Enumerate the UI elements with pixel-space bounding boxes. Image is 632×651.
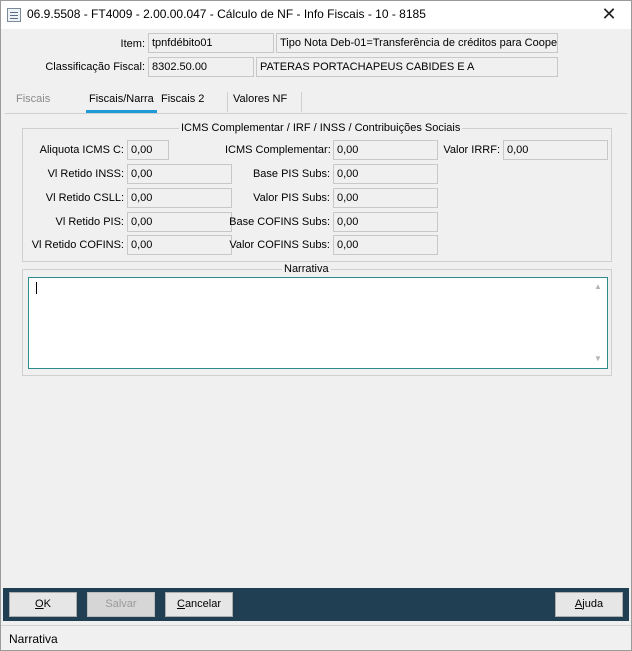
valor-irrf-field[interactable]: 0,00	[503, 140, 608, 160]
status-bar: Narrativa	[1, 625, 631, 650]
vl-retido-cofins-field[interactable]: 0,00	[127, 235, 232, 255]
narrativa-group-title: Narrativa	[282, 263, 331, 275]
salvar-button-label: Salvar	[105, 598, 137, 610]
cancelar-mnemonic: C	[176, 598, 185, 610]
base-cofins-subs-label: Base COFINS Subs:	[229, 216, 330, 228]
ok-mnemonic: O	[35, 598, 44, 610]
status-text: Narrativa	[9, 632, 58, 646]
scroll-down-icon[interactable]: ▼	[593, 355, 603, 363]
vl-retido-inss-field[interactable]: 0,00	[127, 164, 232, 184]
text-caret	[36, 282, 37, 294]
cancelar-button[interactable]: Cancelar	[165, 592, 233, 617]
cancelar-button-label: ancelar	[184, 598, 222, 610]
vl-retido-cofins-label: Vl Retido COFINS:	[31, 239, 124, 251]
narrativa-textarea[interactable]: ▲ ▼	[28, 277, 608, 369]
dialog-content: Item: tpnfdébito01 Tipo Nota Deb-01=Tran…	[3, 29, 629, 588]
item-field[interactable]: tpnfdébito01	[148, 33, 274, 53]
vl-retido-pis-field[interactable]: 0,00	[127, 212, 232, 232]
classificacao-description-field[interactable]: PATERAS PORTACHAPEUS CABIDES E A	[256, 57, 558, 77]
classificacao-field[interactable]: 8302.50.00	[148, 57, 254, 77]
button-bar: OK Salvar Cancelar Ajuda	[3, 588, 629, 621]
base-cofins-subs-field[interactable]: 0,00	[333, 212, 438, 232]
tab-separator	[227, 92, 228, 112]
ajuda-button-label: juda	[582, 598, 604, 610]
icms-complementar-label: ICMS Complementar:	[225, 144, 331, 156]
tab-separator	[301, 92, 302, 112]
icms-group-title: ICMS Complementar / IRF / INSS / Contrib…	[179, 122, 463, 134]
icms-complementar-field[interactable]: 0,00	[333, 140, 438, 160]
vl-retido-inss-label: Vl Retido INSS:	[47, 168, 124, 180]
vl-retido-csll-field[interactable]: 0,00	[127, 188, 232, 208]
item-label: Item:	[120, 38, 145, 50]
tab-strip-divider	[5, 113, 627, 114]
base-pis-subs-field[interactable]: 0,00	[333, 164, 438, 184]
ok-button-label: K	[43, 598, 51, 610]
tab-valores-nf[interactable]: Valores NF	[233, 93, 287, 109]
ok-button[interactable]: OK	[9, 592, 77, 617]
vl-retido-pis-label: Vl Retido PIS:	[55, 216, 124, 228]
aliquota-icms-c-field[interactable]: 0,00	[127, 140, 169, 160]
classificacao-label: Classificação Fiscal:	[45, 61, 145, 73]
tab-fiscais[interactable]: Fiscais	[16, 93, 50, 109]
valor-pis-subs-label: Valor PIS Subs:	[253, 192, 330, 204]
tab-fiscais-narra[interactable]: Fiscais/Narra	[89, 93, 154, 109]
tab-fiscais-2[interactable]: Fiscais 2	[161, 93, 204, 109]
title-bar[interactable]: 06.9.5508 - FT4009 - 2.00.00.047 - Cálcu…	[1, 1, 631, 29]
vl-retido-csll-label: Vl Retido CSLL:	[45, 192, 124, 204]
item-description-field[interactable]: Tipo Nota Deb-01=Transferência de crédit…	[276, 33, 558, 53]
close-icon[interactable]: ✕	[587, 1, 631, 29]
base-pis-subs-label: Base PIS Subs:	[252, 168, 330, 180]
scroll-up-icon[interactable]: ▲	[593, 283, 603, 291]
salvar-button[interactable]: Salvar	[87, 592, 155, 617]
app-icon	[7, 8, 21, 22]
dialog-window: 06.9.5508 - FT4009 - 2.00.00.047 - Cálcu…	[0, 0, 632, 651]
valor-irrf-label: Valor IRRF:	[443, 144, 500, 156]
window-title: 06.9.5508 - FT4009 - 2.00.00.047 - Cálcu…	[27, 7, 426, 21]
valor-cofins-subs-label: Valor COFINS Subs:	[229, 239, 330, 251]
valor-pis-subs-field[interactable]: 0,00	[333, 188, 438, 208]
aliquota-icms-c-label: Aliquota ICMS C:	[39, 144, 124, 156]
valor-cofins-subs-field[interactable]: 0,00	[333, 235, 438, 255]
ajuda-button[interactable]: Ajuda	[555, 592, 623, 617]
